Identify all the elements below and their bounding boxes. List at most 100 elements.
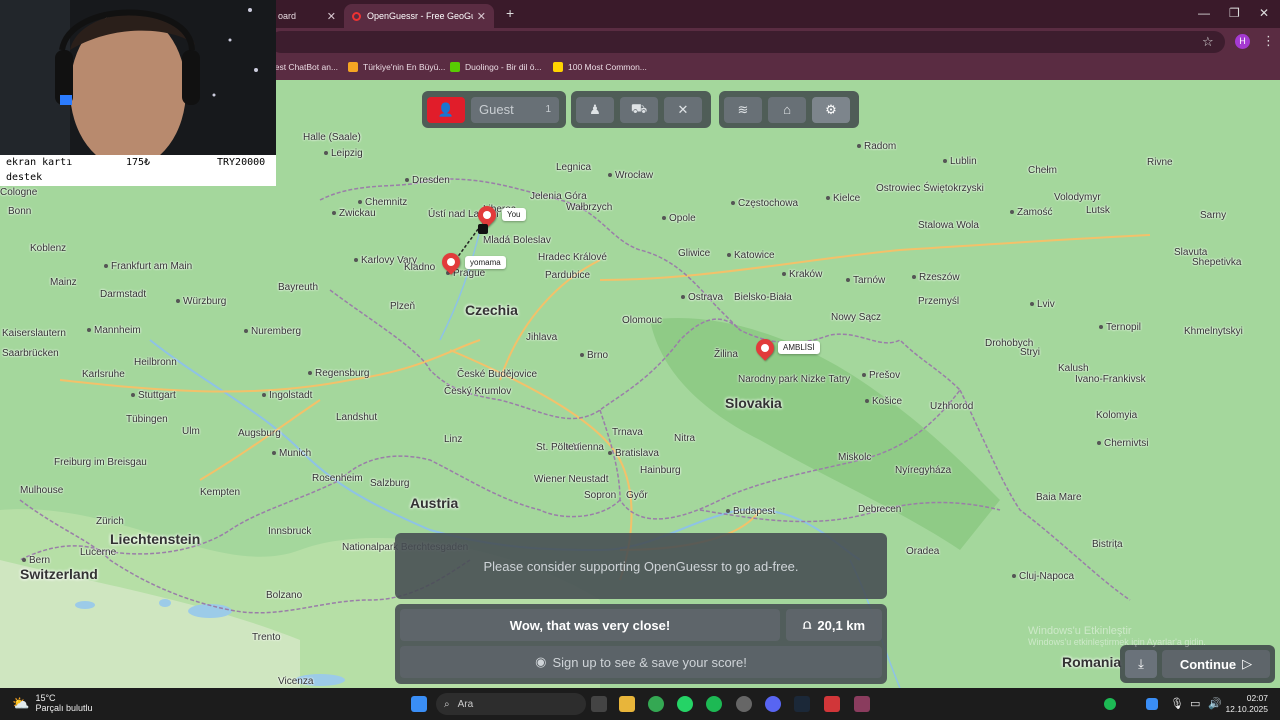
download-button[interactable]: ⤓ (1125, 650, 1157, 678)
city-label: Hainburg (640, 465, 681, 476)
weather-widget[interactable]: ⛅ 15°C Parçalı bulutlu (12, 693, 92, 713)
chrome-icon[interactable] (648, 696, 664, 712)
bookmark-item[interactable]: best ChatBot an... (270, 62, 338, 72)
car-icon[interactable]: ⛟ (620, 96, 658, 123)
city-label: Rzeszów (912, 272, 960, 283)
distance-value: 20,1 km (817, 617, 866, 633)
settings-gear-icon[interactable]: ⚙ (812, 96, 850, 123)
city-label: Frankfurt am Main (104, 261, 192, 272)
close-tab-icon[interactable]: ✕ (477, 10, 486, 23)
city-label: St. Pölten (536, 442, 580, 453)
player-icon[interactable]: 👤 (427, 96, 465, 123)
graduation-cap-icon[interactable]: ⌂ (768, 96, 806, 123)
task-view-icon[interactable] (591, 696, 607, 712)
tab-label: OpenGuessr - Free GeoGuessr Alt (367, 11, 473, 21)
obs-icon[interactable] (736, 696, 752, 712)
bookmark-label: 100 Most Common... (568, 62, 647, 72)
city-label: Chernivtsi (1097, 438, 1148, 449)
city-label: Sarny (1200, 210, 1227, 221)
spotify-tray-icon[interactable] (1104, 698, 1116, 710)
profile-avatar[interactable]: H (1235, 34, 1250, 49)
start-windows-icon[interactable] (411, 696, 427, 712)
city-label: Zamość (1010, 207, 1053, 218)
other-player-pin[interactable] (438, 249, 464, 277)
city-label: Katowice (727, 250, 775, 261)
city-label: Linz (444, 434, 463, 445)
city-label: Freiburg im Breisgau (54, 457, 147, 468)
city-label: Tübingen (126, 414, 168, 425)
player-toolbar: 👤 Guest 1 (422, 91, 566, 128)
tab-openguessr[interactable]: OpenGuessr - Free GeoGuessr Alt ✕ (344, 4, 494, 28)
country-label: Slovakia (725, 395, 782, 411)
ad-free-banner[interactable]: Please consider supporting OpenGuessr to… (395, 533, 887, 599)
discord-icon[interactable] (765, 696, 781, 712)
city-label: Kielce (826, 193, 860, 204)
close-window-icon[interactable]: ✕ (1259, 6, 1269, 20)
spotify-icon[interactable] (706, 696, 722, 712)
clock[interactable]: 02:07 12.10.2025 (1225, 693, 1268, 715)
continue-bar: ⤓ Continue ▷ (1120, 645, 1275, 683)
donation-goal-widget: ekran kartı 175₺ TRY20000 destek (0, 155, 276, 186)
other-player-pin[interactable] (752, 335, 778, 363)
minimize-icon[interactable]: — (1198, 6, 1210, 20)
file-explorer-icon[interactable] (619, 696, 635, 712)
whatsapp-icon[interactable] (677, 696, 693, 712)
watermark-subtitle: Windows'u etkinleştirmek için Ayarlar'a … (1028, 637, 1206, 647)
duolingo-icon (450, 62, 460, 72)
restore-icon[interactable]: ❐ (1229, 6, 1240, 20)
city-label: Stalowa Wola (918, 220, 979, 231)
bookmark-item[interactable]: Duolingo - Bir dil ö... (450, 62, 542, 72)
city-label: Gliwice (678, 248, 711, 259)
city-label: Nyíregyháza (895, 465, 952, 476)
bookmark-item[interactable]: 100 Most Common... (553, 62, 647, 72)
layers-icon[interactable]: ≋ (724, 96, 762, 123)
close-tab-icon[interactable]: ✕ (327, 10, 336, 23)
pawn-icon[interactable]: ♟ (576, 96, 614, 123)
city-label: Zwickau (332, 208, 376, 219)
bookmark-icon (553, 62, 563, 72)
steam-icon[interactable] (794, 696, 810, 712)
city-label: Uzhhorod (930, 401, 974, 412)
browser-menu-icon[interactable]: ⋮ (1262, 33, 1275, 49)
bookmark-star-icon[interactable]: ☆ (1202, 34, 1214, 50)
taskbar-search[interactable]: ⌕ Ara (436, 693, 586, 715)
city-label: Kolomyia (1096, 410, 1138, 421)
city-label: Nitra (674, 433, 696, 444)
city-label: Ostrowiec Świętokrzyski (876, 183, 984, 194)
volume-icon[interactable]: 🔊 (1208, 697, 1222, 710)
microphone-icon[interactable]: 🎙 (1170, 697, 1184, 710)
city-label: Pardubice (545, 270, 591, 281)
city-label: Rosenheim (312, 473, 363, 484)
city-label: Bonn (8, 206, 32, 217)
country-label: Liechtenstein (110, 531, 201, 547)
download-icon: ⤓ (1138, 656, 1144, 671)
actual-location-flag-icon (478, 224, 488, 234)
continue-label: Continue (1179, 656, 1237, 672)
browser-app-icon[interactable] (854, 696, 870, 712)
new-tab-icon[interactable]: + (506, 5, 514, 21)
network-icon[interactable]: ▭ (1190, 697, 1200, 710)
pin-label: yomama (465, 256, 506, 269)
watermark-title: Windows'u Etkinleştir (1028, 625, 1132, 637)
url-field[interactable] (270, 31, 1225, 53)
player-name-field[interactable]: Guest 1 (471, 96, 559, 123)
no-move-icon[interactable]: ✕ (664, 96, 702, 123)
tab-dashboard[interactable]: oard ✕ (270, 4, 344, 28)
continue-button[interactable]: Continue ▷ (1162, 650, 1270, 678)
signup-button[interactable]: ◉ Sign up to see & save your score! (400, 646, 882, 678)
city-label: Prešov (862, 370, 900, 381)
tray-app-icon[interactable] (1146, 698, 1158, 710)
city-label: Heilbronn (134, 357, 177, 368)
windows-taskbar: ⛅ 15°C Parçalı bulutlu ⌕ Ara 🎙 ▭ 🔊 02:07… (0, 688, 1280, 720)
city-label: Bayreuth (278, 282, 319, 293)
city-label: Darmstadt (100, 289, 147, 300)
bookmark-item[interactable]: Türkiye'nin En Büyü... (348, 62, 445, 72)
city-label: Landshut (336, 412, 378, 423)
city-label: Plzeň (390, 301, 416, 312)
result-message: Wow, that was very close! (400, 609, 780, 641)
city-label: Kraków (782, 269, 822, 280)
city-label: Hradec Králové (538, 252, 607, 263)
city-label: Bolzano (266, 590, 303, 601)
valorant-icon[interactable] (824, 696, 840, 712)
activation-watermark: Windows'u Etkinleştir Windows'u etkinleş… (1028, 625, 1206, 647)
